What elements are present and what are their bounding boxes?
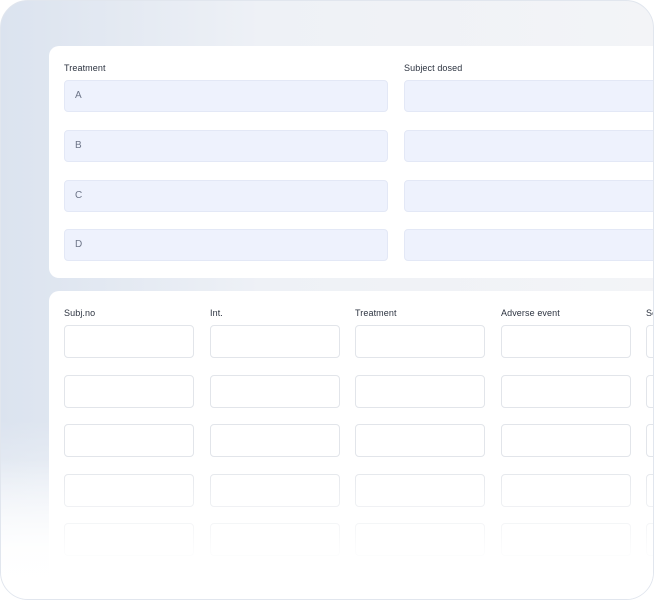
row-3-int-field[interactable] bbox=[210, 424, 340, 457]
row-5-treatment-field[interactable] bbox=[355, 523, 485, 556]
subject-dosed-c-field[interactable] bbox=[404, 180, 653, 212]
row-2-int-field[interactable] bbox=[210, 375, 340, 408]
row-1-next-field[interactable] bbox=[646, 325, 653, 358]
row-4-treatment-field[interactable] bbox=[355, 474, 485, 507]
subject-dosed-a-field[interactable] bbox=[404, 80, 653, 112]
treatment-column-header: Treatment bbox=[64, 63, 106, 73]
treatment-b-field[interactable]: B bbox=[64, 130, 388, 162]
row-3-next-field[interactable] bbox=[646, 424, 653, 457]
row-3-adverse-event-field[interactable] bbox=[501, 424, 631, 457]
row-3-subj-no-field[interactable] bbox=[64, 424, 194, 457]
row-1-treatment-field[interactable] bbox=[355, 325, 485, 358]
row-4-adverse-event-field[interactable] bbox=[501, 474, 631, 507]
adverse-event-panel: Subj.no Int. Treatment Adverse event Se bbox=[49, 291, 653, 599]
subj-no-column-header: Subj.no bbox=[64, 308, 96, 318]
row-4-subj-no-field[interactable] bbox=[64, 474, 194, 507]
row-5-next-field[interactable] bbox=[646, 523, 653, 556]
truncated-column-header: Se bbox=[646, 308, 653, 318]
treatment-d-field[interactable]: D bbox=[64, 229, 388, 261]
treatment-c-field[interactable]: C bbox=[64, 180, 388, 212]
subject-dosed-d-field[interactable] bbox=[404, 229, 653, 261]
row-4-next-field[interactable] bbox=[646, 474, 653, 507]
row-1-int-field[interactable] bbox=[210, 325, 340, 358]
treatment-a-field[interactable]: A bbox=[64, 80, 388, 112]
form-window: Treatment Subject dosed A B C D Subj.no … bbox=[0, 0, 654, 600]
row-3-treatment-field[interactable] bbox=[355, 424, 485, 457]
adverse-event-column-header: Adverse event bbox=[501, 308, 560, 318]
treatment-panel: Treatment Subject dosed A B C D bbox=[49, 46, 653, 278]
subject-dosed-column-header: Subject dosed bbox=[404, 63, 463, 73]
row-2-next-field[interactable] bbox=[646, 375, 653, 408]
row-5-subj-no-field[interactable] bbox=[64, 523, 194, 556]
row-5-adverse-event-field[interactable] bbox=[501, 523, 631, 556]
row-4-int-field[interactable] bbox=[210, 474, 340, 507]
treatment-column-header: Treatment bbox=[355, 308, 397, 318]
int-column-header: Int. bbox=[210, 308, 223, 318]
row-1-subj-no-field[interactable] bbox=[64, 325, 194, 358]
row-5-int-field[interactable] bbox=[210, 523, 340, 556]
row-2-adverse-event-field[interactable] bbox=[501, 375, 631, 408]
row-2-treatment-field[interactable] bbox=[355, 375, 485, 408]
subject-dosed-b-field[interactable] bbox=[404, 130, 653, 162]
row-1-adverse-event-field[interactable] bbox=[501, 325, 631, 358]
row-2-subj-no-field[interactable] bbox=[64, 375, 194, 408]
